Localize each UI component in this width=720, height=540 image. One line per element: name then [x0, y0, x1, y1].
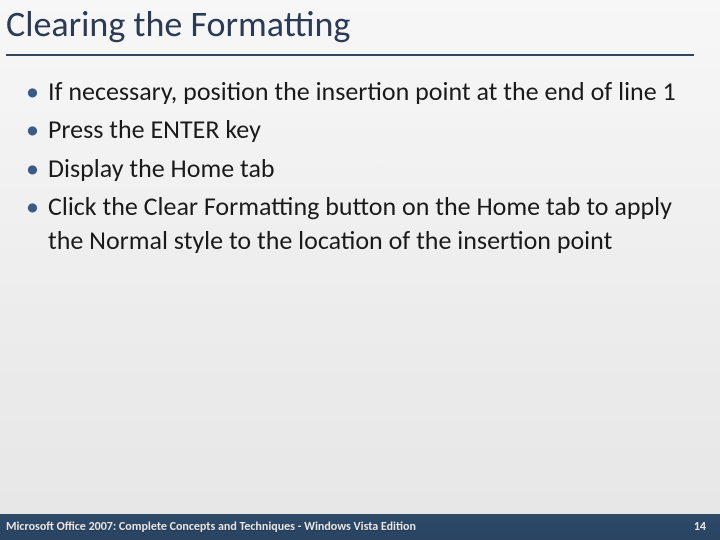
slide-title: Clearing the Formatting [6, 2, 700, 52]
slide: Clearing the Formatting If necessary, po… [0, 0, 720, 540]
slide-footer: Microsoft Office 2007: Complete Concepts… [0, 514, 720, 540]
page-number: 14 [694, 520, 706, 534]
footer-text: Microsoft Office 2007: Complete Concepts… [6, 520, 416, 534]
bullet-list: If necessary, position the insertion poi… [20, 74, 690, 258]
title-underline [6, 54, 694, 56]
list-item: Click the Clear Formatting button on the… [20, 189, 690, 258]
list-item: If necessary, position the insertion poi… [20, 74, 690, 108]
list-item: Press the ENTER key [20, 112, 690, 146]
slide-content: If necessary, position the insertion poi… [20, 74, 690, 262]
list-item: Display the Home tab [20, 151, 690, 185]
